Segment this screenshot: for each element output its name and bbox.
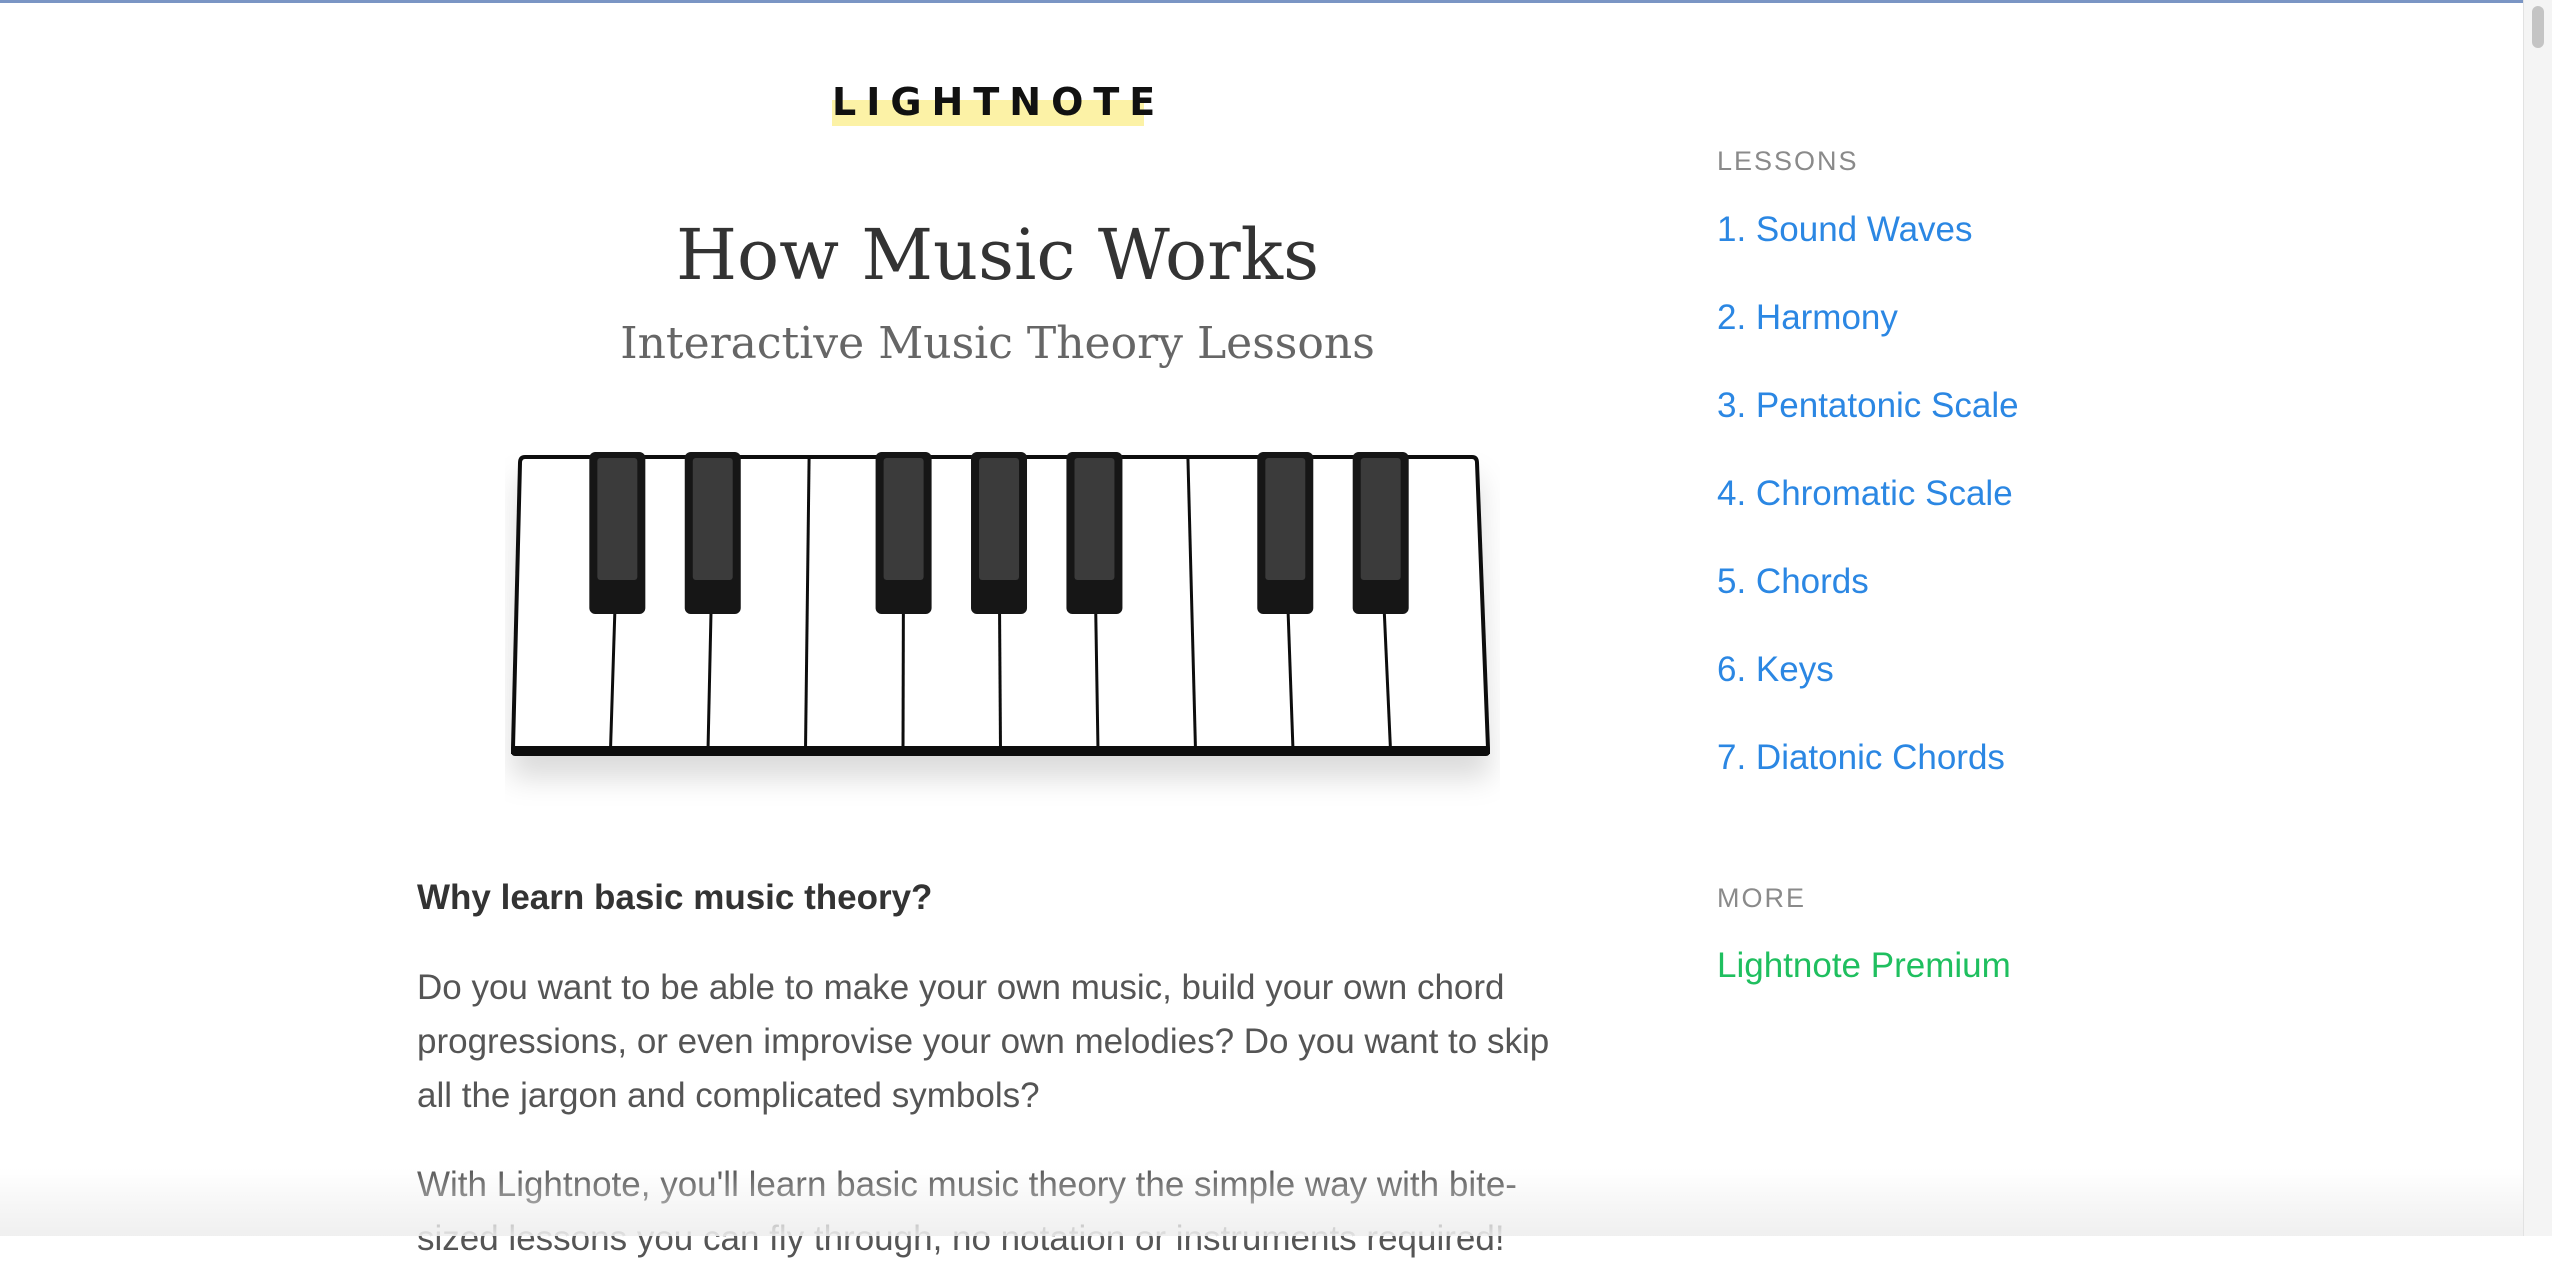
window-top-border xyxy=(0,0,2552,3)
black-key[interactable] xyxy=(1066,452,1123,614)
lesson-link-diatonic-chords[interactable]: 7. Diatonic Chords xyxy=(1717,738,2005,777)
logo-text: LIGHTNOTE xyxy=(832,80,1166,124)
lesson-item: 4. Chromatic Scale xyxy=(1717,466,2019,554)
lesson-item: 2. Harmony xyxy=(1717,290,2019,378)
why-learn-heading: Why learn basic music theory? xyxy=(417,878,933,917)
lesson-link-harmony[interactable]: 2. Harmony xyxy=(1717,298,1898,337)
more-label: MORE xyxy=(1717,883,1806,913)
lesson-link-keys[interactable]: 6. Keys xyxy=(1717,650,1834,689)
bottom-fade xyxy=(0,1168,2524,1236)
lesson-link-pentatonic-scale[interactable]: 3. Pentatonic Scale xyxy=(1717,386,2019,425)
black-key[interactable] xyxy=(1257,452,1314,614)
lesson-link-chords[interactable]: 5. Chords xyxy=(1717,562,1869,601)
lesson-item: 5. Chords xyxy=(1717,554,2019,642)
lightnote-premium-link[interactable]: Lightnote Premium xyxy=(1717,938,2011,994)
vertical-scrollbar[interactable] xyxy=(2523,0,2552,1236)
lesson-item: 3. Pentatonic Scale xyxy=(1717,378,2019,466)
black-key[interactable] xyxy=(589,452,646,614)
page-subtitle: Interactive Music Theory Lessons xyxy=(620,318,1375,369)
piano-keyboard[interactable] xyxy=(505,452,1500,812)
scrollbar-thumb[interactable] xyxy=(2532,6,2544,48)
lesson-item: 7. Diatonic Chords xyxy=(1717,730,2019,818)
black-key[interactable] xyxy=(875,452,932,614)
lesson-link-sound-waves[interactable]: 1. Sound Waves xyxy=(1717,210,1973,249)
black-key[interactable] xyxy=(971,452,1028,614)
black-key[interactable] xyxy=(1352,452,1409,614)
black-key[interactable] xyxy=(684,452,741,614)
lightnote-logo[interactable]: LIGHTNOTE xyxy=(832,78,1166,126)
lesson-item: 6. Keys xyxy=(1717,642,2019,730)
page-title: How Music Works xyxy=(675,214,1320,296)
lessons-label: LESSONS xyxy=(1717,146,1859,176)
lessons-list: 1. Sound Waves 2. Harmony 3. Pentatonic … xyxy=(1717,202,2019,818)
intro-paragraph-1: Do you want to be able to make your own … xyxy=(417,968,1550,1115)
lesson-item: 1. Sound Waves xyxy=(1717,202,2019,290)
lesson-link-chromatic-scale[interactable]: 4. Chromatic Scale xyxy=(1717,474,2013,513)
